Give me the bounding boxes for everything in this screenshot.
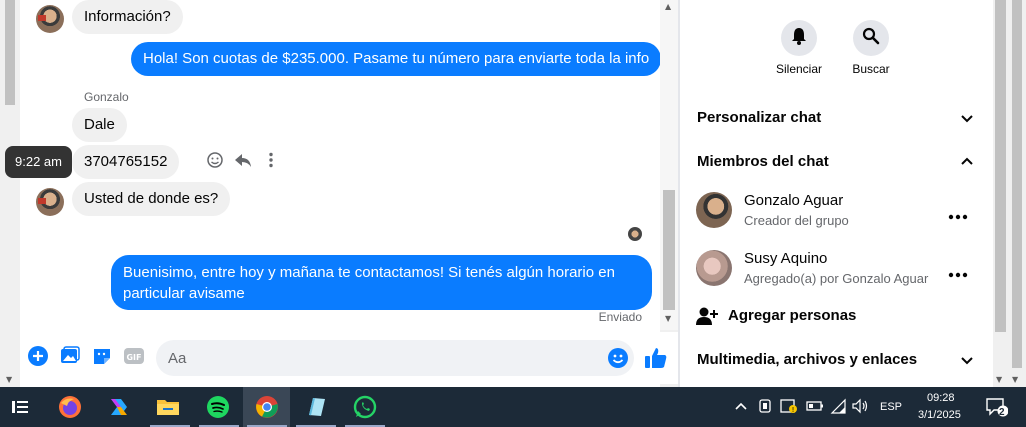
message-line: particular avisame: [123, 285, 245, 302]
scroll-down-arrow-icon[interactable]: ▼: [1012, 375, 1018, 384]
wifi-icon[interactable]: [830, 398, 846, 414]
add-people-button[interactable]: Agregar personas: [728, 307, 856, 324]
chevron-up-icon[interactable]: [734, 399, 748, 413]
language-indicator[interactable]: ESP: [880, 401, 902, 413]
page-scrollbar-thumb[interactable]: [5, 0, 15, 105]
sender-name: Gonzalo: [84, 90, 129, 104]
chevron-down-icon[interactable]: [960, 112, 974, 126]
member-name[interactable]: Susy Aquino: [744, 250, 827, 267]
composer-actions: GIF: [28, 346, 144, 366]
whatsapp-icon[interactable]: [353, 395, 377, 419]
panel-scrollbar-thumb[interactable]: [995, 0, 1006, 332]
member-role: Agregado(a) por Gonzalo Aguar: [744, 271, 929, 286]
volume-icon[interactable]: [852, 398, 870, 414]
section-customize-chat[interactable]: Personalizar chat: [697, 109, 821, 126]
chat-scrollbar[interactable]: ▲ ▼: [660, 0, 678, 330]
message-actions: [206, 151, 280, 171]
emoji-icon[interactable]: [608, 348, 628, 368]
timestamp-tooltip: 9:22 am: [5, 146, 72, 178]
message-input-field[interactable]: [156, 340, 634, 376]
avatar[interactable]: [36, 188, 64, 216]
chat-info-panel: Silenciar Buscar Personalizar chat Miemb…: [680, 0, 993, 387]
message-status: Enviado: [598, 310, 642, 324]
screen: ▼ Información? Hola! Son cuotas de $235.…: [0, 0, 1026, 427]
react-emoji-icon[interactable]: [206, 151, 224, 171]
reply-icon[interactable]: [234, 151, 252, 171]
seen-avatar-icon: [628, 227, 642, 241]
avatar[interactable]: [36, 5, 64, 33]
section-media-files-links[interactable]: Multimedia, archivos y enlaces: [697, 351, 917, 368]
firefox-icon[interactable]: [58, 395, 82, 419]
more-horizontal-icon[interactable]: [948, 265, 968, 278]
panel-scrollbar[interactable]: ▼: [993, 0, 1008, 387]
scroll-down-arrow-icon[interactable]: ▼: [6, 375, 12, 384]
search-button[interactable]: [853, 20, 889, 56]
chevron-down-icon[interactable]: [960, 354, 974, 368]
spotify-icon[interactable]: [206, 395, 230, 419]
battery-icon[interactable]: [806, 399, 824, 413]
sticker-icon[interactable]: [92, 346, 112, 366]
window-scrollbar-thumb[interactable]: [1012, 0, 1022, 368]
scroll-down-arrow-icon[interactable]: ▼: [996, 375, 1002, 384]
message-input[interactable]: [156, 340, 586, 376]
clock-date[interactable]: 3/1/2025: [918, 409, 961, 421]
message-incoming[interactable]: Usted de donde es?: [72, 182, 231, 216]
plus-icon[interactable]: [28, 346, 48, 366]
app-icon[interactable]: [304, 395, 328, 419]
chevron-up-icon[interactable]: [960, 154, 974, 168]
security-alert-icon[interactable]: !: [780, 398, 798, 414]
message-line: Buenisimo, entre hoy y mañana te contact…: [123, 264, 615, 281]
message-outgoing[interactable]: Buenisimo, entre hoy y mañana te contact…: [111, 255, 652, 310]
window-scrollbar[interactable]: ▼: [1008, 0, 1026, 387]
avatar[interactable]: [696, 250, 732, 286]
taskbar: ! ESP 09:28 3/1/2025 2: [0, 387, 1026, 427]
message-incoming[interactable]: 3704765152: [72, 145, 180, 179]
chat-scrollbar-thumb[interactable]: [663, 190, 675, 310]
message-composer: GIF: [20, 332, 680, 384]
message-outgoing[interactable]: Hola! Son cuotas de $235.000. Pasame tu …: [131, 42, 662, 76]
more-vertical-icon[interactable]: [262, 151, 280, 171]
device-icon[interactable]: [757, 398, 773, 414]
thumbs-up-icon[interactable]: [644, 346, 668, 370]
clock-time[interactable]: 09:28: [927, 392, 955, 404]
chrome-icon[interactable]: [255, 395, 279, 419]
svg-text:GIF: GIF: [126, 353, 141, 362]
scroll-up-arrow-icon[interactable]: ▲: [665, 2, 671, 11]
member-name[interactable]: Gonzalo Aguar: [744, 192, 843, 209]
svg-text:!: !: [792, 406, 795, 414]
task-view-icon[interactable]: [10, 395, 34, 419]
mute-label: Silenciar: [775, 62, 823, 76]
search-icon: [862, 27, 880, 50]
chat-thread: Información? Hola! Son cuotas de $235.00…: [20, 0, 662, 387]
bell-icon: [790, 27, 808, 50]
search-label: Buscar: [852, 62, 890, 76]
scroll-down-arrow-icon[interactable]: ▼: [665, 314, 671, 323]
mute-button[interactable]: [781, 20, 817, 56]
member-role: Creador del grupo: [744, 213, 849, 228]
copilot-icon[interactable]: [107, 395, 131, 419]
notification-count: 2: [999, 407, 1005, 418]
gif-icon[interactable]: GIF: [124, 346, 144, 366]
add-person-icon[interactable]: [696, 306, 718, 326]
image-icon[interactable]: [60, 346, 80, 366]
file-explorer-icon[interactable]: [156, 395, 180, 419]
section-chat-members[interactable]: Miembros del chat: [697, 153, 829, 170]
message-incoming[interactable]: Dale: [72, 108, 127, 142]
page-scrollbar[interactable]: ▼: [0, 0, 20, 387]
more-horizontal-icon[interactable]: [948, 207, 968, 220]
avatar[interactable]: [696, 192, 732, 228]
message-incoming[interactable]: Información?: [72, 0, 183, 34]
